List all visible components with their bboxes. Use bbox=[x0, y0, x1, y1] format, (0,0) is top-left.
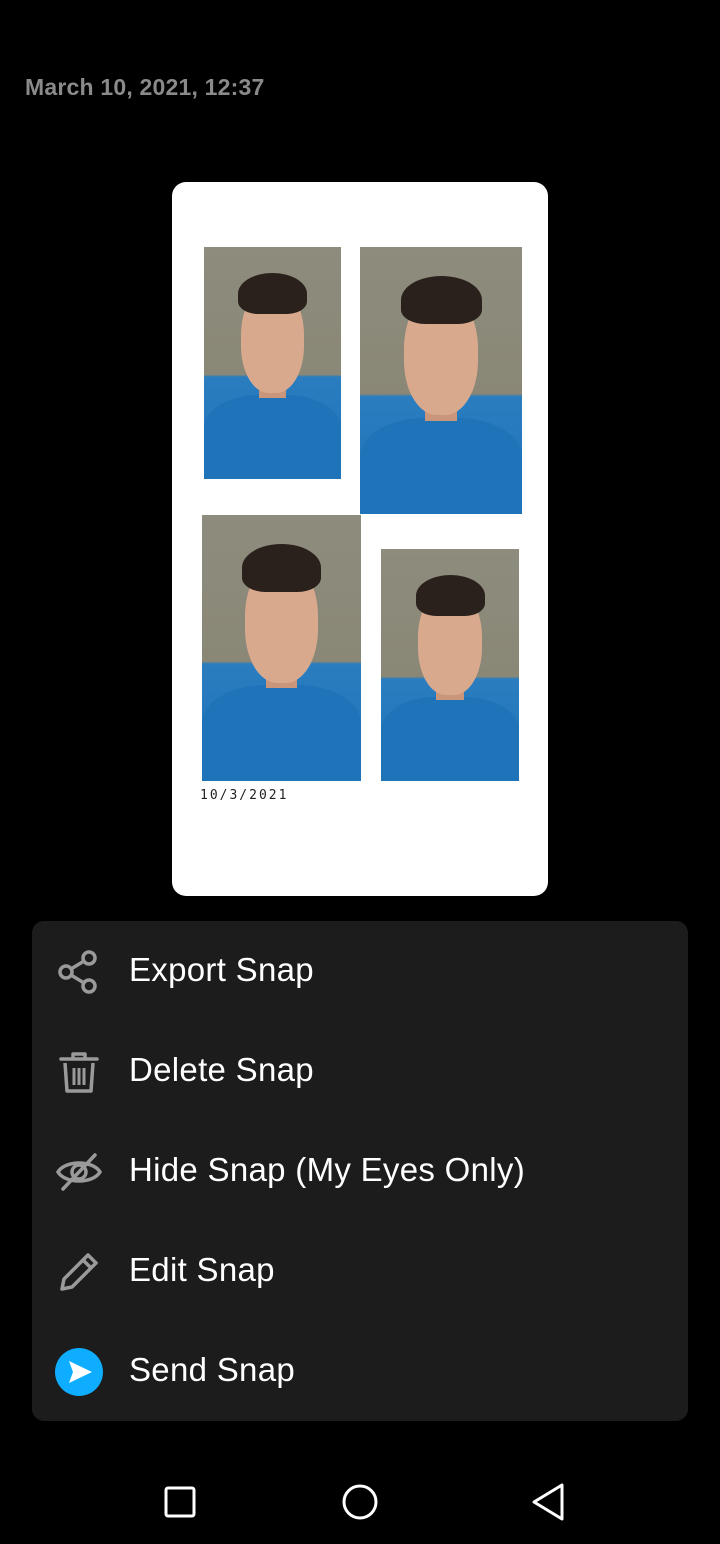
send-icon bbox=[54, 1347, 104, 1397]
snap-preview[interactable]: 10/3/2021 bbox=[172, 182, 548, 896]
share-icon bbox=[54, 947, 104, 997]
delete-snap-button[interactable]: Delete Snap bbox=[32, 1021, 688, 1121]
photo-bottom-left bbox=[202, 515, 361, 781]
photo-bottom-right bbox=[381, 549, 519, 781]
pencil-icon bbox=[54, 1247, 104, 1297]
hide-snap-button[interactable]: Hide Snap (My Eyes Only) bbox=[32, 1121, 688, 1221]
recents-square-icon[interactable] bbox=[152, 1474, 208, 1530]
send-snap-label: Send Snap bbox=[129, 1351, 296, 1388]
snap-timestamp: March 10, 2021, 12:37 bbox=[25, 74, 265, 100]
photo-top-right bbox=[360, 247, 522, 514]
hide-snap-label: Hide Snap (My Eyes Only) bbox=[129, 1151, 525, 1188]
system-nav-bar bbox=[0, 1460, 720, 1544]
edit-snap-label: Edit Snap bbox=[129, 1251, 275, 1288]
photo-strip-date: 10/3/2021 bbox=[200, 788, 289, 803]
send-snap-button[interactable]: Send Snap bbox=[32, 1321, 688, 1421]
home-circle-icon[interactable] bbox=[332, 1474, 388, 1530]
export-snap-label: Export Snap bbox=[129, 951, 314, 988]
snap-action-menu: Export Snap Delete Snap Hide Snap (My Ey… bbox=[32, 921, 688, 1421]
delete-snap-label: Delete Snap bbox=[129, 1051, 314, 1088]
trash-icon bbox=[54, 1047, 104, 1097]
back-triangle-icon[interactable] bbox=[520, 1474, 576, 1530]
photo-top-left bbox=[204, 247, 341, 479]
edit-snap-button[interactable]: Edit Snap bbox=[32, 1221, 688, 1321]
export-snap-button[interactable]: Export Snap bbox=[32, 921, 688, 1021]
eye-off-icon bbox=[54, 1147, 104, 1197]
